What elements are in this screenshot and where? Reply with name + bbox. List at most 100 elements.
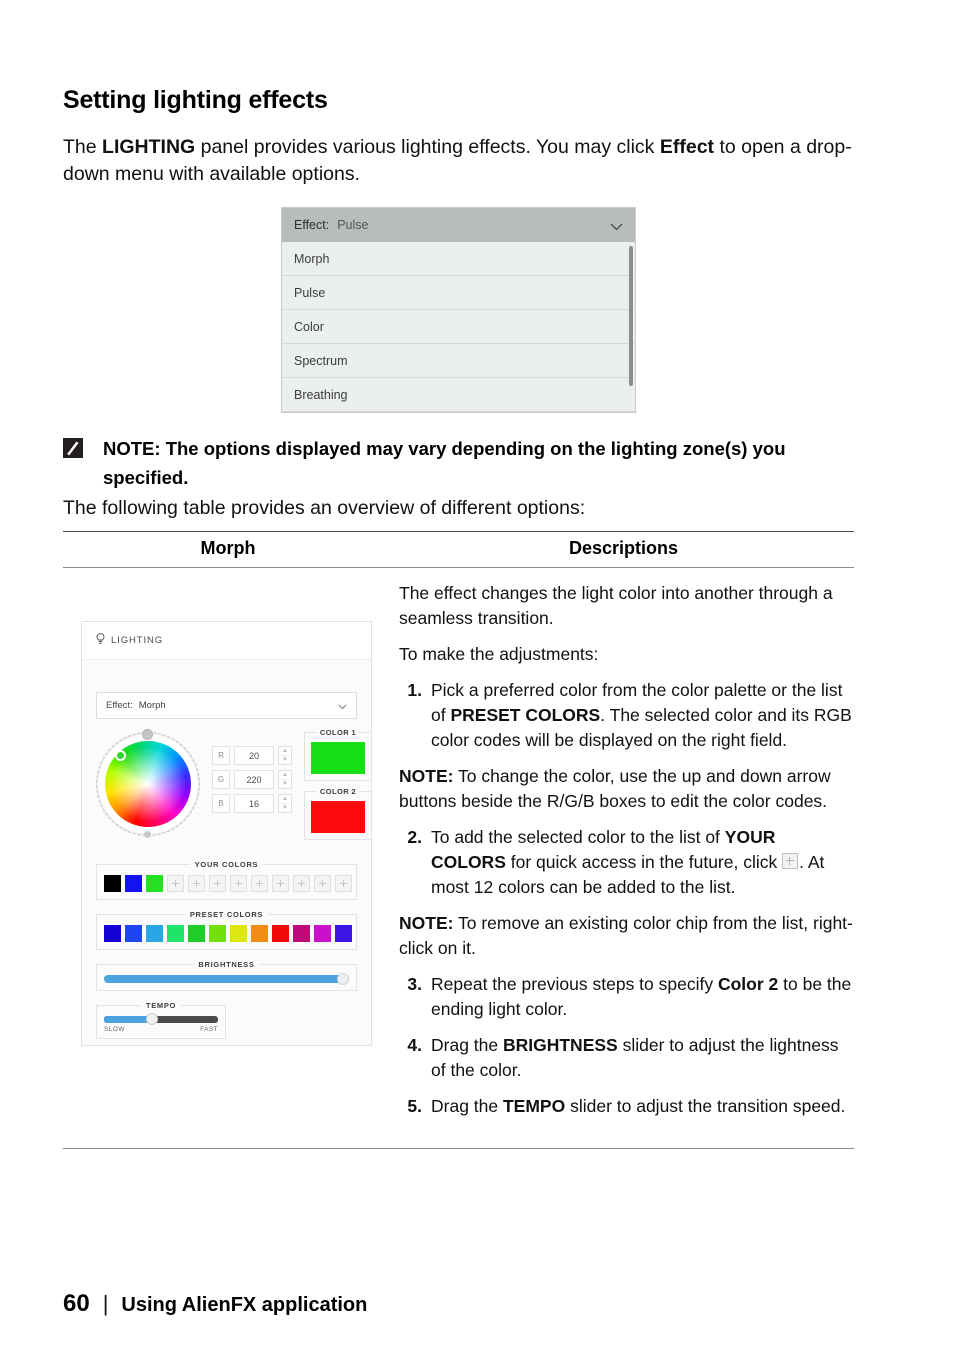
color-wheel-handle-bottom[interactable] [144, 831, 151, 838]
step-5-text: Drag the TEMPO slider to adjust the tran… [431, 1094, 854, 1119]
preset-color-chip[interactable] [251, 925, 268, 942]
effect-dropdown-header[interactable]: Effect: Pulse [282, 208, 635, 242]
preset-color-chip[interactable] [125, 925, 142, 942]
preset-color-chip[interactable] [314, 925, 331, 942]
effect-dropdown-screenshot: Effect: Pulse Morph Pulse Color Spectrum… [281, 207, 636, 413]
stepper-down-icon[interactable]: ▼ [279, 804, 291, 812]
options-table: Morph Descriptions LIGHTING Effect: Morp… [63, 531, 854, 1149]
add-color-slot[interactable] [314, 875, 331, 892]
rgb-value-b[interactable]: 16 [234, 794, 274, 813]
tempo-slow-label: SLOW [104, 1026, 125, 1033]
add-color-slot[interactable] [335, 875, 352, 892]
tempo-labels: SLOW FAST [104, 1026, 218, 1033]
step-1-text: Pick a preferred color from the color pa… [431, 678, 854, 753]
tempo-slider[interactable] [104, 1013, 218, 1025]
brightness-slider-handle[interactable] [337, 973, 349, 985]
your-color-chip[interactable] [104, 875, 121, 892]
desc-paragraph-1: The effect changes the light color into … [399, 583, 833, 628]
step-1: 1. Pick a preferred color from the color… [399, 678, 854, 753]
color-picker-row: R 20 ▲ ▼ G 220 ▲ ▼ B 16 ▲ ▼ COLOR 1 COLO… [93, 728, 372, 850]
add-color-slot[interactable] [293, 875, 310, 892]
note-callout: NOTE: The options displayed may vary dep… [63, 434, 863, 492]
step-2: 2. To add the selected color to the list… [399, 825, 854, 900]
color-wheel-gradient[interactable] [93, 729, 203, 839]
step-5-text-a: Drag the [431, 1096, 503, 1116]
add-color-slot[interactable] [272, 875, 289, 892]
desc-note-1: NOTE: To change the color, use the up an… [399, 764, 854, 814]
preset-color-chip[interactable] [146, 925, 163, 942]
preset-color-chip[interactable] [272, 925, 289, 942]
lightbulb-icon [96, 633, 105, 648]
tab-lighting[interactable]: LIGHTING [82, 622, 180, 659]
color-wheel[interactable] [93, 729, 203, 839]
table-cell-panel-image: LIGHTING Effect: Morph R 20 ▲ ▼ G 220 ▲ … [63, 581, 393, 1130]
rgb-stepper-r[interactable]: ▲ ▼ [278, 746, 292, 765]
your-colors-row [104, 875, 352, 892]
add-color-slot[interactable] [230, 875, 247, 892]
dropdown-option-breathing[interactable]: Breathing [282, 378, 635, 412]
preset-colors-title: PRESET COLORS [184, 910, 269, 919]
footer-text: Using AlienFX application [121, 1294, 368, 1316]
rgb-stepper-g[interactable]: ▲ ▼ [278, 770, 292, 789]
add-color-slot[interactable] [167, 875, 184, 892]
step-2-text: To add the selected color to the list of… [431, 825, 854, 900]
page-footer: 60 | Using AlienFX application [63, 1290, 367, 1318]
tempo-slider-fill [104, 1016, 152, 1023]
step-4-number: 4. [407, 1035, 422, 1055]
preset-color-chip[interactable] [104, 925, 121, 942]
table-header-morph: Morph [200, 538, 256, 558]
your-color-chip[interactable] [146, 875, 163, 892]
brightness-slider[interactable] [104, 973, 349, 985]
add-color-slot[interactable] [188, 875, 205, 892]
tempo-slider-handle[interactable] [145, 1013, 158, 1025]
stepper-up-icon[interactable]: ▲ [279, 771, 291, 780]
stepper-up-icon[interactable]: ▲ [279, 795, 291, 804]
stepper-down-icon[interactable]: ▼ [279, 756, 291, 764]
step-3-bold: Color 2 [717, 974, 779, 994]
plus-icon [782, 853, 799, 869]
step-4-text: Drag the BRIGHTNESS slider to adjust the… [431, 1033, 854, 1083]
preset-color-chip[interactable] [230, 925, 247, 942]
dropdown-option-spectrum[interactable]: Spectrum [282, 344, 635, 378]
preset-color-chip[interactable] [335, 925, 352, 942]
stepper-down-icon[interactable]: ▼ [279, 780, 291, 788]
step-3: 3. Repeat the previous steps to specify … [399, 972, 854, 1022]
step-2-text-b: for quick access in the future, click [505, 852, 783, 872]
color-preview-column: COLOR 1 COLOR 2 [304, 728, 372, 850]
following-table-text: The following table provides an overview… [63, 497, 586, 519]
your-color-chip[interactable] [125, 875, 142, 892]
panel-body: Effect: Morph R 20 ▲ ▼ G 220 ▲ ▼ B 16 ▲ … [82, 692, 372, 1039]
color2-swatch[interactable] [311, 801, 365, 833]
preset-color-chip[interactable] [167, 925, 184, 942]
brightness-title: BRIGHTNESS [193, 960, 260, 969]
intro-bold-lighting: LIGHTING [102, 136, 196, 158]
effect-dropdown-list: Morph Pulse Color Spectrum Breathing [282, 242, 635, 412]
preset-color-chip[interactable] [293, 925, 310, 942]
add-color-slot[interactable] [209, 875, 226, 892]
step-5-text-b: slider to adjust the transition speed. [565, 1096, 846, 1116]
dropdown-option-pulse[interactable]: Pulse [282, 276, 635, 310]
preset-color-chip[interactable] [209, 925, 226, 942]
color-wheel-selector[interactable] [115, 750, 126, 761]
color2-group: COLOR 2 [304, 787, 372, 840]
preset-color-chip[interactable] [188, 925, 205, 942]
rgb-value-r[interactable]: 20 [234, 746, 274, 765]
note-text: NOTE: The options displayed may vary dep… [103, 438, 786, 488]
panel-effect-select[interactable]: Effect: Morph [96, 692, 357, 719]
rgb-value-g[interactable]: 220 [234, 770, 274, 789]
table-header-descriptions: Descriptions [568, 538, 679, 558]
color-wheel-handle-top[interactable] [142, 729, 153, 740]
rgb-stepper-b[interactable]: ▲ ▼ [278, 794, 292, 813]
add-color-slot[interactable] [251, 875, 268, 892]
dropdown-option-morph[interactable]: Morph [282, 242, 635, 276]
dropdown-option-color[interactable]: Color [282, 310, 635, 344]
effect-dropdown-label: Effect: [294, 218, 330, 232]
stepper-up-icon[interactable]: ▲ [279, 747, 291, 756]
table-header-row: Morph Descriptions [63, 532, 854, 568]
your-colors-group: YOUR COLORS [96, 860, 357, 900]
table-row: LIGHTING Effect: Morph R 20 ▲ ▼ G 220 ▲ … [63, 568, 854, 1149]
dropdown-scrollbar[interactable] [629, 246, 633, 386]
color1-swatch[interactable] [311, 742, 365, 774]
step-1-number: 1. [407, 680, 422, 700]
preset-colors-group: PRESET COLORS [96, 910, 357, 950]
